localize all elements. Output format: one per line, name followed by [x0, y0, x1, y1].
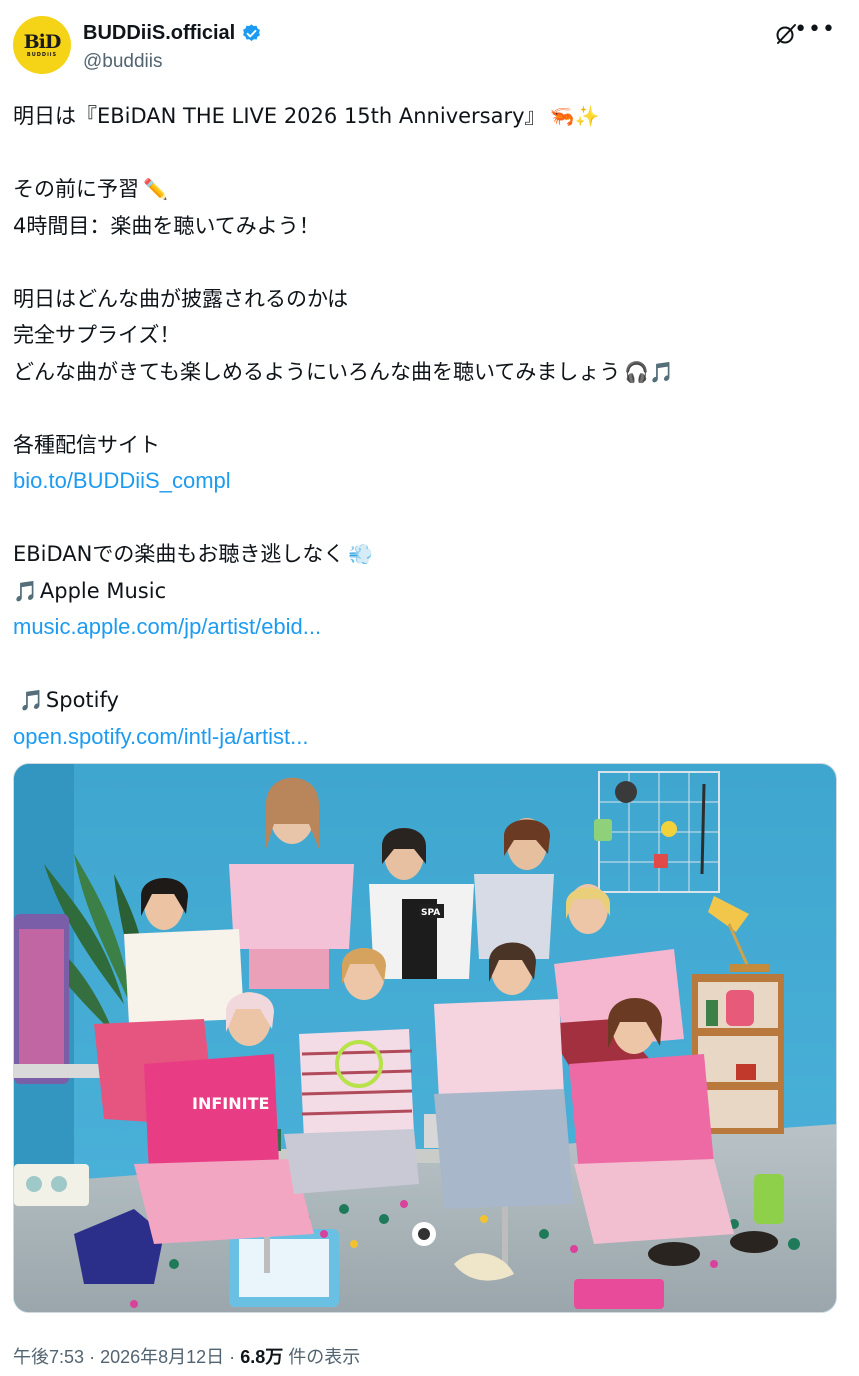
avatar-logo-subtext: BUDDiiS [26, 52, 58, 58]
post-line-text: その前に予習 [13, 177, 139, 201]
jacket-text: SPA [421, 908, 440, 918]
post-line-text: 明日はどんな曲が披露されるのかは [13, 286, 349, 311]
post-line: 明日はどんな曲が披露されるのかは [13, 281, 843, 318]
post-date[interactable]: 2026年8月12日 [100, 1347, 224, 1367]
more-options-icon[interactable]: ••• [794, 18, 836, 42]
apple-music-label: Apple Music [39, 578, 167, 603]
music-note-emoji: 🎵 [19, 688, 44, 712]
post-line: bio.to/BUDDiiS_compl [13, 463, 843, 500]
dash-emoji: 💨 [348, 542, 374, 566]
post-line: music.apple.com/jp/artist/ebid... [13, 609, 843, 646]
meta-separator: · [89, 1347, 96, 1367]
post-line: どんな曲がきても楽しめるようにいろんな曲を聴いてみましょう 🎧🎵 [13, 354, 843, 391]
post-line: 4時間目：楽曲を聴いてみよう！ [13, 208, 843, 245]
streaming-sites-link[interactable]: bio.to/BUDDiiS_compl [13, 463, 231, 500]
author-handle[interactable]: @buddiis [83, 51, 163, 73]
author-name-row: BUDDiiS.official [83, 22, 262, 45]
apple-music-link[interactable]: music.apple.com/jp/artist/ebid... [13, 609, 321, 646]
post-line-text: 完全サプライズ！ [13, 323, 181, 347]
post-line: その前に予習 ✏️ [13, 171, 843, 208]
post-line: 🎵 Spotify [13, 682, 843, 719]
post-time[interactable]: 午後7:53 [13, 1347, 84, 1367]
attached-group-photo[interactable]: SPA INFINITE [13, 763, 837, 1313]
post-header: BiD BUDDiiS BUDDiiS.official @buddiis ••… [13, 14, 846, 76]
post-line-text: 各種配信サイト [13, 432, 160, 457]
post-line-text: 4時間目：楽曲を聴いてみよう！ [13, 213, 320, 238]
spotify-link[interactable]: open.spotify.com/intl-ja/artist... [13, 719, 309, 756]
post-line: open.spotify.com/intl-ja/artist... [13, 719, 843, 756]
spotify-label: Spotify [45, 688, 119, 712]
post-meta: 午後7:53 · 2026年8月12日 · 6.8万 件の表示 [13, 1343, 360, 1369]
shirt-text: INFINITE [192, 1094, 269, 1113]
post-text: 明日は『EBiDAN THE LIVE 2026 15th Anniversar… [13, 98, 843, 755]
views-count: 6.8万 [240, 1347, 284, 1367]
views-label: 件の表示 [288, 1347, 361, 1367]
shrimp-sparkles-emoji: 🦐✨ [549, 104, 600, 128]
post-line: 各種配信サイト [13, 427, 843, 464]
headphones-music-emoji: 🎧🎵 [624, 359, 675, 384]
post-line-text: EBiDANでの楽曲もお聴き逃しなく [13, 542, 345, 566]
post-line: 明日は『EBiDAN THE LIVE 2026 15th Anniversar… [13, 98, 843, 135]
post-line-text: 明日は『EBiDAN THE LIVE 2026 15th Anniversar… [13, 104, 546, 128]
post-line-text: どんな曲がきても楽しめるようにいろんな曲を聴いてみましょう [13, 359, 621, 384]
group-photo-illustration: SPA INFINITE [14, 764, 836, 1312]
post-line: 🎵 Apple Music [13, 573, 843, 610]
music-note-emoji: 🎵 [13, 578, 38, 603]
avatar-logo-text: BiD [23, 31, 62, 53]
verified-badge-icon [243, 24, 261, 41]
post-line: 完全サプライズ！ [13, 317, 843, 354]
meta-separator: · [229, 1347, 236, 1367]
author-display-name[interactable]: BUDDiiS.official [83, 22, 235, 45]
avatar[interactable]: BiD BUDDiiS [13, 16, 71, 74]
post-line: EBiDANでの楽曲もお聴き逃しなく 💨 [13, 536, 843, 573]
pencil-emoji: ✏️ [143, 177, 168, 201]
